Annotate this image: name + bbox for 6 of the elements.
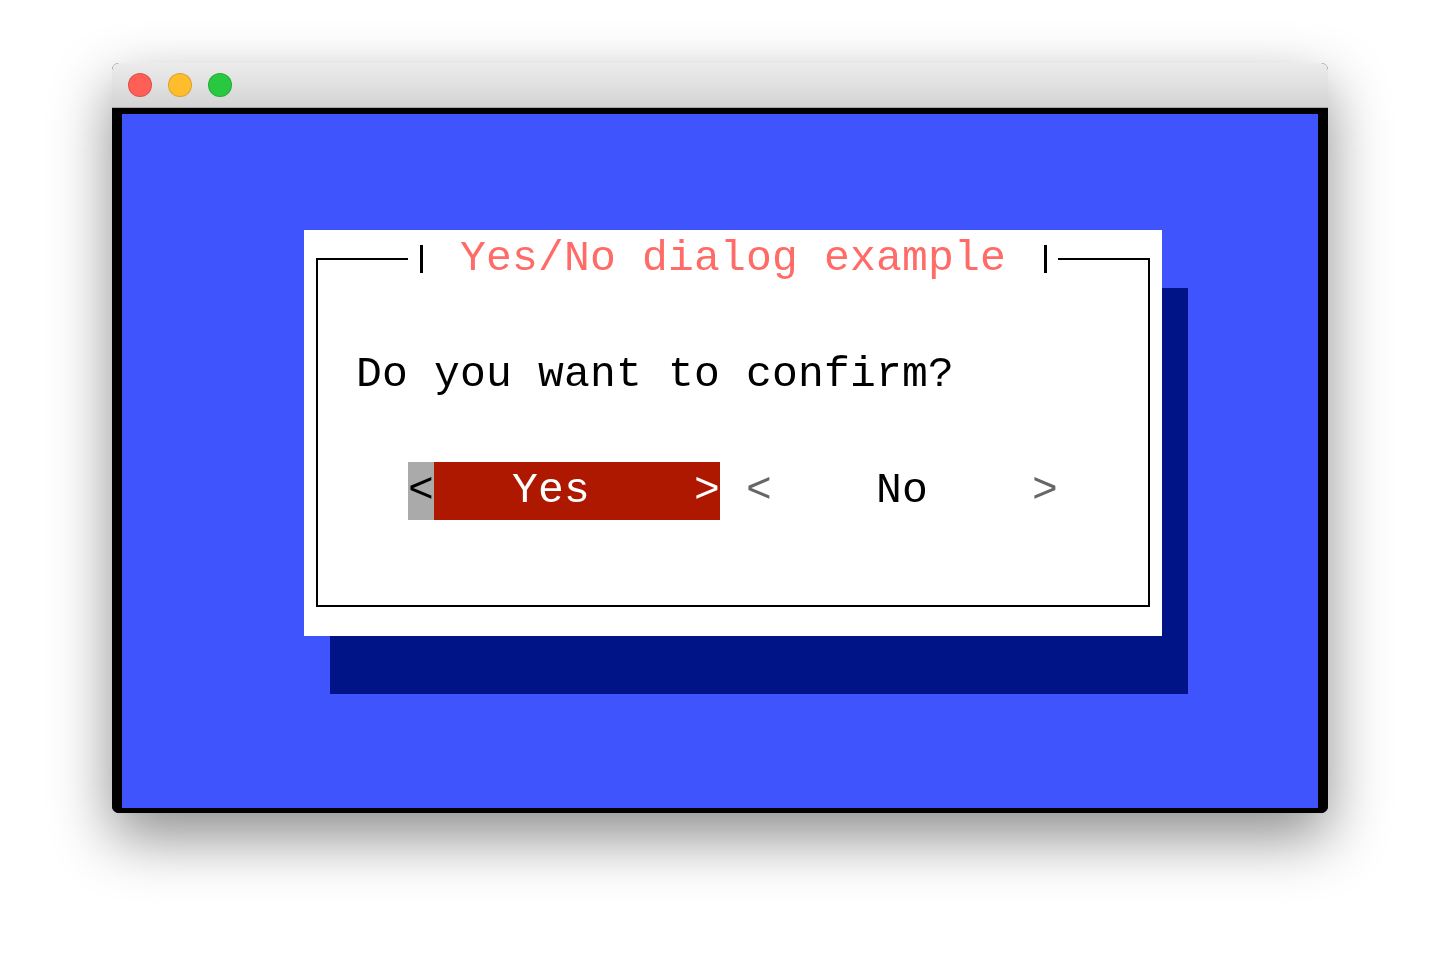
window-minimize-button[interactable]: [168, 73, 192, 97]
dialog-button[interactable]: < Yes >: [408, 462, 720, 520]
dialog-title: Yes/No dialog example: [460, 233, 1007, 285]
dialog-message: Do you want to confirm?: [356, 349, 956, 401]
window-zoom-button[interactable]: [208, 73, 232, 97]
window-close-button[interactable]: [128, 73, 152, 97]
